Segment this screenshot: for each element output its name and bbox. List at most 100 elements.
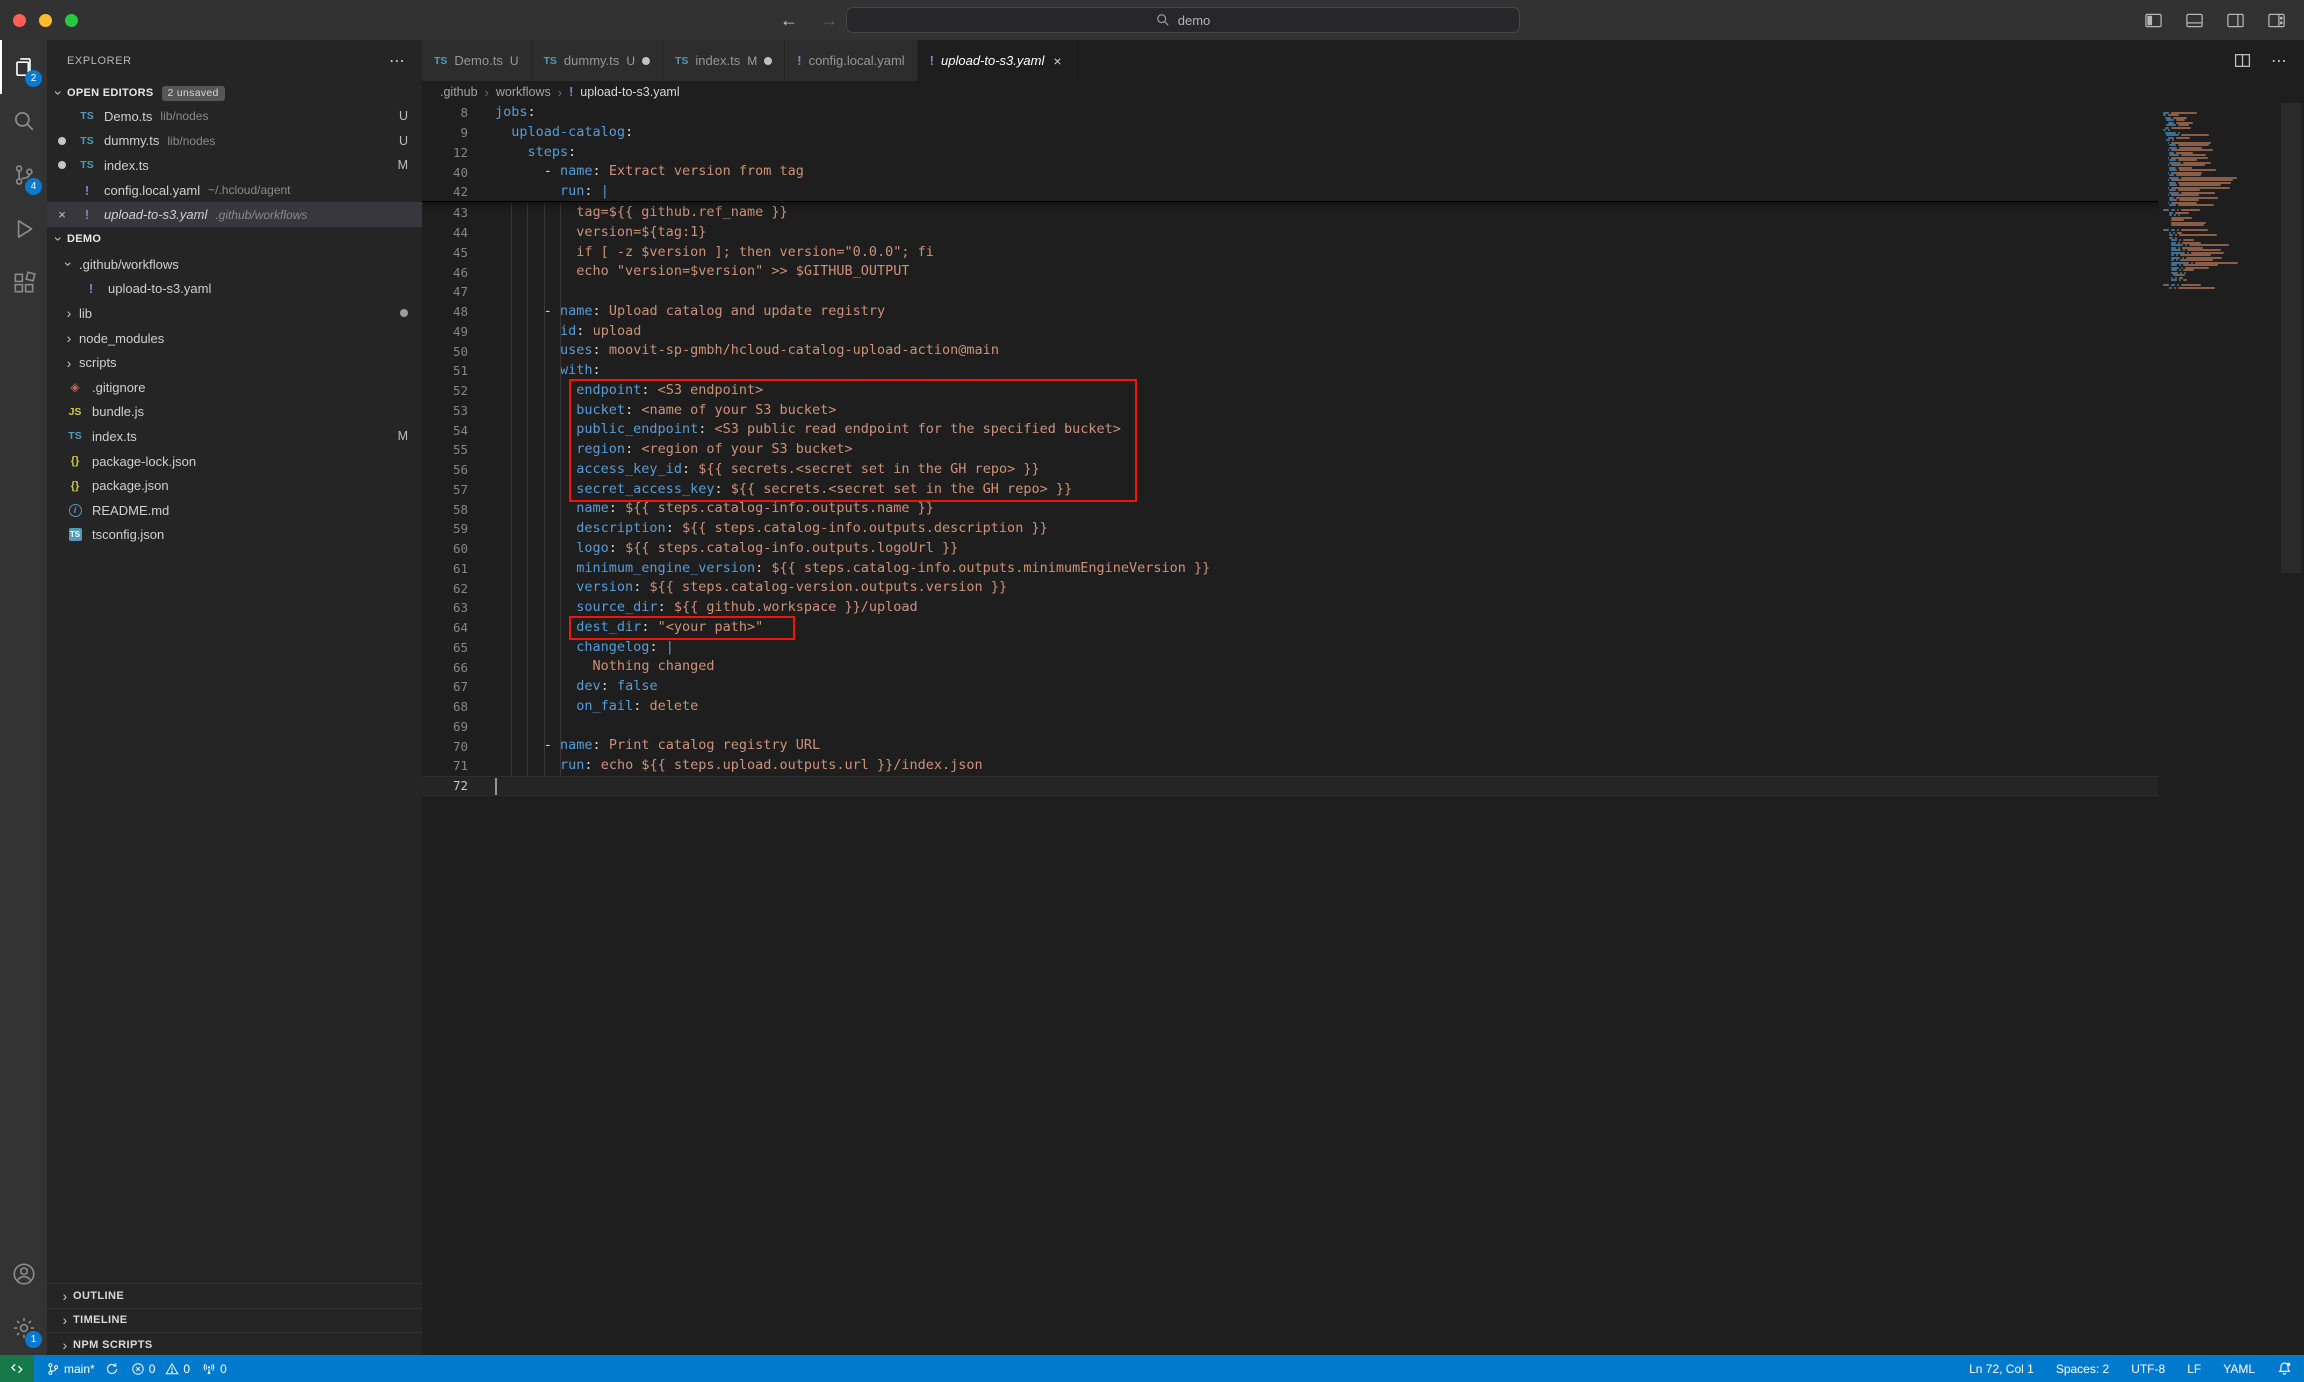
code-line-50[interactable]: 50 uses: moovit-sp-gmbh/hcloud-catalog-u… [422,341,2304,361]
encoding-setting[interactable]: UTF-8 [2131,1362,2165,1376]
code-line-59[interactable]: 59 description: ${{ steps.catalog-info.o… [422,519,2304,539]
activity-bar-item-settings[interactable]: 1 [0,1301,47,1355]
code-line-72[interactable]: 72 [422,776,2304,796]
code-line-62[interactable]: 62 version: ${{ steps.catalog-version.ou… [422,578,2304,598]
sidebar-panel-npm-scripts[interactable]: ›NPM SCRIPTS [47,1332,422,1355]
activity-bar-item-run-and-debug[interactable] [0,202,47,256]
notifications-bell[interactable] [2277,1361,2292,1376]
open-editor-row[interactable]: !config.local.yaml~/.hcloud/agent [47,178,422,203]
activity-bar-item-account[interactable] [0,1247,47,1301]
tree-file-row[interactable]: ◈.gitignore [47,375,422,400]
sidebar-panel-outline[interactable]: ›OUTLINE [47,1283,422,1308]
open-editor-row[interactable]: ×!upload-to-s3.yaml.github/workflows [47,202,422,227]
zoom-window-button[interactable] [65,14,78,27]
code-line-8[interactable]: 8jobs: [422,103,2278,123]
explorer-actions-icon[interactable]: ⋯ [389,51,406,71]
open-editor-row[interactable]: TSindex.tsM [47,153,422,178]
tree-file-row[interactable]: TSindex.tsM [47,424,422,449]
tree-file-row[interactable]: JSbundle.js [47,400,422,425]
code-line-40[interactable]: 40 - name: Extract version from tag [422,162,2278,182]
code-line-54[interactable]: 54 public_endpoint: <S3 public read endp… [422,420,2304,440]
go-forward-icon[interactable]: → [820,10,838,31]
code-line-9[interactable]: 9 upload-catalog: [422,123,2278,143]
toggle-secondary-sidebar-icon[interactable] [2226,11,2245,30]
breadcrumb-file[interactable]: upload-to-s3.yaml [580,85,679,99]
activity-bar-item-search[interactable] [0,94,47,148]
tree-file-row[interactable]: {}package-lock.json [47,449,422,474]
code-line-44[interactable]: 44 version=${tag:1} [422,223,2304,243]
activity-bar-item-source-control[interactable]: 4 [0,148,47,202]
breadcrumb-segment[interactable]: workflows [496,85,551,99]
code-line-53[interactable]: 53 bucket: <name of your S3 bucket> [422,401,2304,421]
cursor-position[interactable]: Ln 72, Col 1 [1969,1362,2034,1376]
ports-status[interactable]: 0 [202,1362,227,1376]
open-editor-row[interactable]: TSdummy.tslib/nodesU [47,129,422,154]
indentation-setting[interactable]: Spaces: 2 [2056,1362,2109,1376]
close-editor-icon[interactable]: × [47,207,77,222]
code-line-66[interactable]: 66 Nothing changed [422,657,2304,677]
go-back-icon[interactable]: ← [780,10,798,31]
code-line-65[interactable]: 65 changelog: | [422,638,2304,658]
code-line-58[interactable]: 58 name: ${{ steps.catalog-info.outputs.… [422,499,2304,519]
toggle-panel-icon[interactable] [2185,11,2204,30]
tab-dummy.ts[interactable]: TSdummy.tsU [532,40,663,81]
toggle-primary-sidebar-icon[interactable] [2144,11,2163,30]
remote-indicator[interactable] [0,1355,34,1382]
code-line-64[interactable]: 64 dest_dir: "<your path>" [422,618,2304,638]
code-line-68[interactable]: 68 on_fail: delete [422,697,2304,717]
tab-index.ts[interactable]: TSindex.tsM [663,40,785,81]
command-center-search[interactable]: demo [846,7,1520,33]
dirty-indicator[interactable] [47,161,77,169]
code-line-63[interactable]: 63 source_dir: ${{ github.workspace }}/u… [422,598,2304,618]
code-line-55[interactable]: 55 region: <region of your S3 bucket> [422,440,2304,460]
workspace-section-header[interactable]: › DEMO [47,227,422,252]
breadcrumb-segment[interactable]: .github [440,85,478,99]
code-line-60[interactable]: 60 logo: ${{ steps.catalog-info.outputs.… [422,539,2304,559]
code-line-52[interactable]: 52 endpoint: <S3 endpoint> [422,381,2304,401]
code-line-46[interactable]: 46 echo "version=$version" >> $GITHUB_OU… [422,262,2304,282]
scrollbar-slider[interactable] [2281,103,2301,573]
open-editor-row[interactable]: TSDemo.tslib/nodesU [47,104,422,129]
customize-layout-icon[interactable] [2267,11,2286,30]
code-line-67[interactable]: 67 dev: false [422,677,2304,697]
code-line-61[interactable]: 61 minimum_engine_version: ${{ steps.cat… [422,559,2304,579]
git-branch-status[interactable]: main* [46,1362,119,1376]
code-line-71[interactable]: 71 run: echo ${{ steps.upload.outputs.ur… [422,756,2304,776]
tab-Demo.ts[interactable]: TSDemo.tsU [422,40,532,81]
split-editor-icon[interactable] [2234,52,2251,69]
activity-bar-item-explorer[interactable]: 2 [0,40,47,94]
tree-folder-row[interactable]: ›lib [47,301,422,326]
tree-file-row[interactable]: TStsconfig.json [47,523,422,548]
vertical-scrollbar[interactable] [2278,103,2304,1355]
more-actions-icon[interactable]: ⋯ [2271,51,2288,71]
code-line-49[interactable]: 49 id: upload [422,322,2304,342]
activity-bar-item-extensions[interactable] [0,256,47,310]
tab-upload-to-s3.yaml[interactable]: !upload-to-s3.yaml× [918,40,1075,81]
dirty-indicator[interactable] [47,137,77,145]
code-line-56[interactable]: 56 access_key_id: ${{ secrets.<secret se… [422,460,2304,480]
code-line-12[interactable]: 12 steps: [422,143,2278,163]
code-editor[interactable]: 43 tag=${{ github.ref_name }}44 version=… [422,103,2304,1355]
tree-folder-row[interactable]: ›.github/workflows [47,252,422,277]
close-tab-icon[interactable]: × [1053,53,1061,69]
tree-folder-row[interactable]: ›node_modules [47,326,422,351]
close-window-button[interactable] [13,14,26,27]
code-line-69[interactable]: 69 [422,717,2304,737]
code-line-42[interactable]: 42 run: | [422,182,2278,202]
code-line-45[interactable]: 45 if [ -z $version ]; then version="0.0… [422,243,2304,263]
code-line-48[interactable]: 48 - name: Upload catalog and update reg… [422,302,2304,322]
open-editors-section-header[interactable]: › OPEN EDITORS 2 unsaved [47,82,422,104]
sidebar-panel-timeline[interactable]: ›TIMELINE [47,1308,422,1333]
problems-status[interactable]: 0 0 [131,1362,190,1376]
tree-file-row[interactable]: {}package.json [47,473,422,498]
code-line-43[interactable]: 43 tag=${{ github.ref_name }} [422,203,2304,223]
language-mode[interactable]: YAML [2223,1362,2255,1376]
tree-file-row[interactable]: !upload-to-s3.yaml [47,277,422,302]
tree-file-row[interactable]: iREADME.md [47,498,422,523]
tab-config.local.yaml[interactable]: !config.local.yaml [785,40,917,81]
minimap[interactable] [2158,103,2278,1355]
code-line-70[interactable]: 70 - name: Print catalog registry URL [422,736,2304,756]
code-line-51[interactable]: 51 with: [422,361,2304,381]
code-line-47[interactable]: 47 [422,282,2304,302]
minimize-window-button[interactable] [39,14,52,27]
